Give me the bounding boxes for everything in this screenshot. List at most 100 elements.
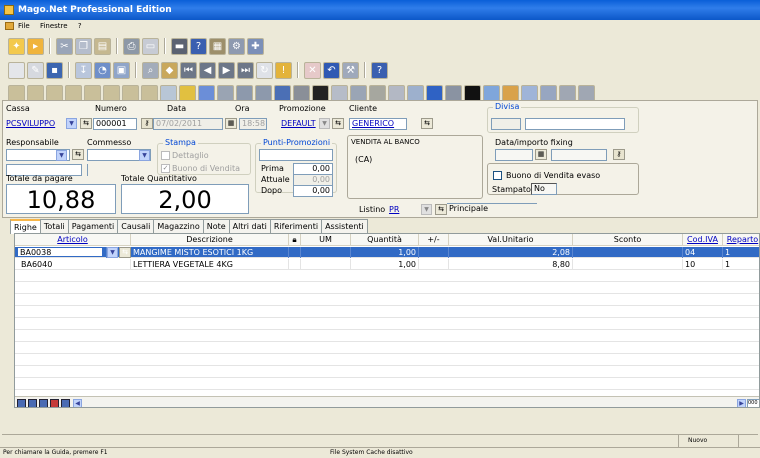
comment-icon[interactable] xyxy=(521,84,538,102)
cassa-link[interactable]: PCSVILUPPO xyxy=(6,119,55,128)
table-row[interactable] xyxy=(15,343,759,354)
tab-causali[interactable]: Causali xyxy=(117,219,155,233)
tab-pagamenti[interactable]: Pagamenti xyxy=(67,219,119,233)
tab-riferimenti[interactable]: Riferimenti xyxy=(269,219,323,233)
dettaglio-checkbox[interactable] xyxy=(161,151,170,160)
cell-um[interactable] xyxy=(301,259,351,270)
table-row[interactable] xyxy=(15,331,759,342)
last-record-icon[interactable]: ⏭ xyxy=(237,61,254,79)
cassa-dropdown[interactable]: ▼ xyxy=(66,118,77,129)
cliente-lookup-button[interactable]: ⇆ xyxy=(421,118,433,129)
menu-finestre[interactable]: Finestre xyxy=(40,22,68,30)
col-reparto[interactable]: Reparto xyxy=(723,234,759,246)
cell-descrizione[interactable]: LETTIERA VEGETALE 4KG xyxy=(131,259,289,270)
tax-icon[interactable] xyxy=(293,84,310,102)
document-menu-icon[interactable] xyxy=(5,22,14,30)
report-icon[interactable] xyxy=(217,84,234,102)
ora-field[interactable]: 18:58 xyxy=(239,118,267,130)
evaso-checkbox[interactable] xyxy=(493,171,502,180)
new-icon[interactable]: ✦ xyxy=(8,37,25,55)
doc3-icon[interactable] xyxy=(46,84,63,102)
table-row[interactable] xyxy=(15,295,759,306)
cut-icon[interactable]: ✂ xyxy=(56,37,73,55)
articolo-dropdown[interactable]: ▼ xyxy=(107,247,118,258)
cell-descrizione[interactable]: MANGIME MISTO ESOTICI 1KG xyxy=(131,247,289,258)
fixing-amount-field[interactable] xyxy=(551,149,607,161)
tab-assistenti[interactable]: Assistenti xyxy=(321,219,368,233)
info-icon[interactable] xyxy=(407,84,424,102)
previous-record-icon[interactable]: ◀ xyxy=(199,61,216,79)
print-doc-icon[interactable] xyxy=(236,84,253,102)
cell-val-unitario[interactable]: 8,80 xyxy=(449,259,573,270)
doc5-icon[interactable] xyxy=(84,84,101,102)
cell-val-unitario[interactable]: 2,08 xyxy=(449,247,573,258)
punti-field[interactable] xyxy=(259,149,333,161)
tools-icon[interactable]: ✚ xyxy=(247,37,264,55)
table-row[interactable] xyxy=(15,379,759,390)
responsabile-dropdown[interactable]: ▼ xyxy=(56,150,67,161)
list-icon[interactable] xyxy=(198,84,215,102)
cell-plusminus[interactable] xyxy=(419,247,449,258)
doc8-icon[interactable] xyxy=(141,84,158,102)
filter-icon[interactable]: ◆ xyxy=(161,61,178,79)
statistics-icon[interactable] xyxy=(445,84,462,102)
table-row[interactable]: BA0038 ▼ ⇆ MANGIME MISTO ESOTICI 1KG 1,0… xyxy=(15,247,759,258)
listino-lookup-button[interactable]: ⇆ xyxy=(435,204,447,215)
layers-icon[interactable] xyxy=(559,84,576,102)
menu-file[interactable]: File xyxy=(18,22,30,30)
articolo-lookup-button[interactable]: ⇆ xyxy=(119,247,131,258)
tab-altri-dati[interactable]: Altri dati xyxy=(228,219,271,233)
table-row[interactable] xyxy=(15,307,759,318)
print-icon[interactable]: ⎙ xyxy=(123,37,140,55)
table-row[interactable] xyxy=(15,319,759,330)
promozione-dropdown[interactable]: ▼ xyxy=(319,118,330,129)
fixing-lock-button[interactable]: ⚷ xyxy=(613,149,625,160)
copy-icon[interactable]: ❐ xyxy=(75,37,92,55)
fixing-calendar-button[interactable]: ▦ xyxy=(535,149,547,160)
paste-icon[interactable]: ▤ xyxy=(94,37,111,55)
cassa-lookup-button[interactable]: ⇆ xyxy=(80,118,92,129)
insert-row-icon[interactable] xyxy=(28,399,37,407)
col-quantita[interactable]: Quantità xyxy=(351,234,419,246)
date-lock-button[interactable]: ⚷ xyxy=(141,118,153,129)
query-icon[interactable]: ▣ xyxy=(113,61,130,79)
tab-note[interactable]: Note xyxy=(202,219,230,233)
barcode-icon[interactable] xyxy=(312,84,329,102)
cell-quantita[interactable]: 1,00 xyxy=(351,259,419,270)
attach-icon[interactable]: ↧ xyxy=(75,61,92,79)
table-row[interactable] xyxy=(15,271,759,282)
doc4-icon[interactable] xyxy=(65,84,82,102)
register-icon[interactable] xyxy=(369,84,386,102)
listino-dropdown[interactable]: ▼ xyxy=(421,204,432,215)
cell-plusminus[interactable] xyxy=(419,259,449,270)
col-um[interactable]: UM xyxy=(301,234,351,246)
cell-cod-iva[interactable]: 10 xyxy=(683,259,723,270)
first-row-icon[interactable] xyxy=(17,399,26,407)
help2-icon[interactable]: ? xyxy=(371,61,388,79)
radar-icon[interactable]: ◔ xyxy=(94,61,111,79)
doc-icon[interactable] xyxy=(8,84,25,102)
col-cod-iva[interactable]: Cod.IVA xyxy=(683,234,723,246)
data-field[interactable]: 07/02/2011 xyxy=(153,118,223,130)
scale-icon[interactable] xyxy=(331,84,348,102)
scroll-right-button[interactable]: ▶ xyxy=(737,399,746,407)
copy-doc-icon[interactable] xyxy=(160,84,177,102)
cell-quantita[interactable]: 1,00 xyxy=(351,247,419,258)
table-row[interactable] xyxy=(15,367,759,378)
refresh-icon[interactable]: ↻ xyxy=(256,61,273,79)
dopo-field[interactable]: 0,00 xyxy=(293,185,333,197)
scroll-left-button[interactable]: ◀ xyxy=(73,399,82,407)
divisa-field[interactable] xyxy=(525,118,625,130)
table-row[interactable]: BA6040 LETTIERA VEGETALE 4KG 1,00 8,80 1… xyxy=(15,259,759,270)
open-icon[interactable]: ▸ xyxy=(27,37,44,55)
undo-icon[interactable]: ↶ xyxy=(323,61,340,79)
commesso-dropdown[interactable]: ▼ xyxy=(139,150,150,161)
cliente-field[interactable]: GENERICO xyxy=(349,118,407,130)
col-lock[interactable]: 🔒︎ xyxy=(289,234,301,246)
exclamation-icon[interactable]: ! xyxy=(275,61,292,79)
doc6-icon[interactable] xyxy=(103,84,120,102)
col-descrizione[interactable]: Descrizione xyxy=(131,234,289,246)
info2-icon[interactable] xyxy=(426,84,443,102)
print-doc2-icon[interactable] xyxy=(255,84,272,102)
articolo-input[interactable]: BA0038 xyxy=(17,247,103,257)
